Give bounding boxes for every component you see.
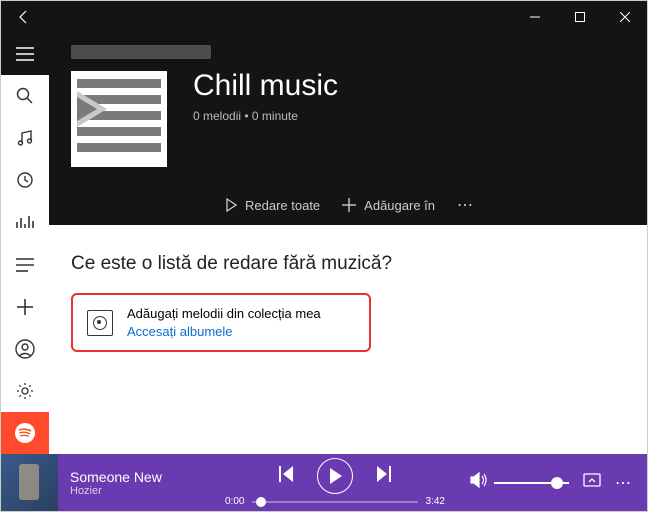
- search-button[interactable]: [1, 75, 49, 117]
- time-current: 0:00: [225, 496, 244, 507]
- next-button[interactable]: [375, 466, 393, 487]
- play-all-button[interactable]: Redare toate: [225, 198, 320, 213]
- empty-heading: Ce este o listă de redare fără muzică?: [71, 253, 625, 275]
- track-artist: Hozier: [70, 485, 200, 497]
- spotify-button[interactable]: [1, 412, 49, 454]
- playlist-meta: 0 melodii • 0 minute: [193, 109, 338, 123]
- more-icon: ⋯: [457, 195, 475, 215]
- maximize-button[interactable]: [557, 1, 602, 33]
- sidebar: [1, 33, 49, 454]
- play-button[interactable]: [317, 458, 353, 494]
- volume-slider[interactable]: [494, 482, 569, 484]
- my-music-button[interactable]: [1, 117, 49, 159]
- close-button[interactable]: [602, 1, 647, 33]
- seek-bar[interactable]: [252, 501, 417, 503]
- playlists-button[interactable]: [1, 243, 49, 285]
- account-button[interactable]: [1, 328, 49, 370]
- play-all-label: Redare toate: [245, 198, 320, 213]
- hamburger-menu-button[interactable]: [1, 33, 49, 75]
- titlebar: [1, 1, 647, 33]
- track-title: Someone New: [70, 469, 200, 485]
- more-actions-button[interactable]: ⋯: [457, 195, 475, 215]
- player-bar: Someone New Hozier 0:00 3:42 ⋯: [1, 454, 647, 511]
- recent-button[interactable]: [1, 159, 49, 201]
- settings-button[interactable]: [1, 370, 49, 412]
- now-playing-artwork[interactable]: [1, 454, 58, 511]
- card-text: Adăugați melodii din colecția mea: [127, 305, 321, 323]
- cast-button[interactable]: [583, 473, 601, 492]
- playlist-artwork: [71, 71, 167, 167]
- back-button[interactable]: [1, 1, 47, 33]
- add-to-button[interactable]: Adăugare în: [342, 198, 435, 213]
- add-playlist-button[interactable]: [1, 286, 49, 328]
- content-area: Ce este o listă de redare fără muzică? A…: [49, 225, 647, 454]
- playlist-title: Chill music: [193, 69, 338, 103]
- add-to-label: Adăugare în: [364, 198, 435, 213]
- volume-button[interactable]: [470, 472, 488, 493]
- service-logo: [71, 45, 211, 59]
- now-playing-button[interactable]: [1, 201, 49, 243]
- previous-button[interactable]: [277, 466, 295, 487]
- card-link[interactable]: Accesați albumele: [127, 323, 321, 341]
- time-total: 3:42: [426, 496, 445, 507]
- player-more-button[interactable]: ⋯: [615, 473, 633, 493]
- minimize-button[interactable]: [512, 1, 557, 33]
- add-songs-card[interactable]: Adăugați melodii din colecția mea Accesa…: [71, 293, 371, 352]
- playlist-hero: Chill music 0 melodii • 0 minute Redare …: [49, 33, 647, 225]
- album-icon: [87, 310, 113, 336]
